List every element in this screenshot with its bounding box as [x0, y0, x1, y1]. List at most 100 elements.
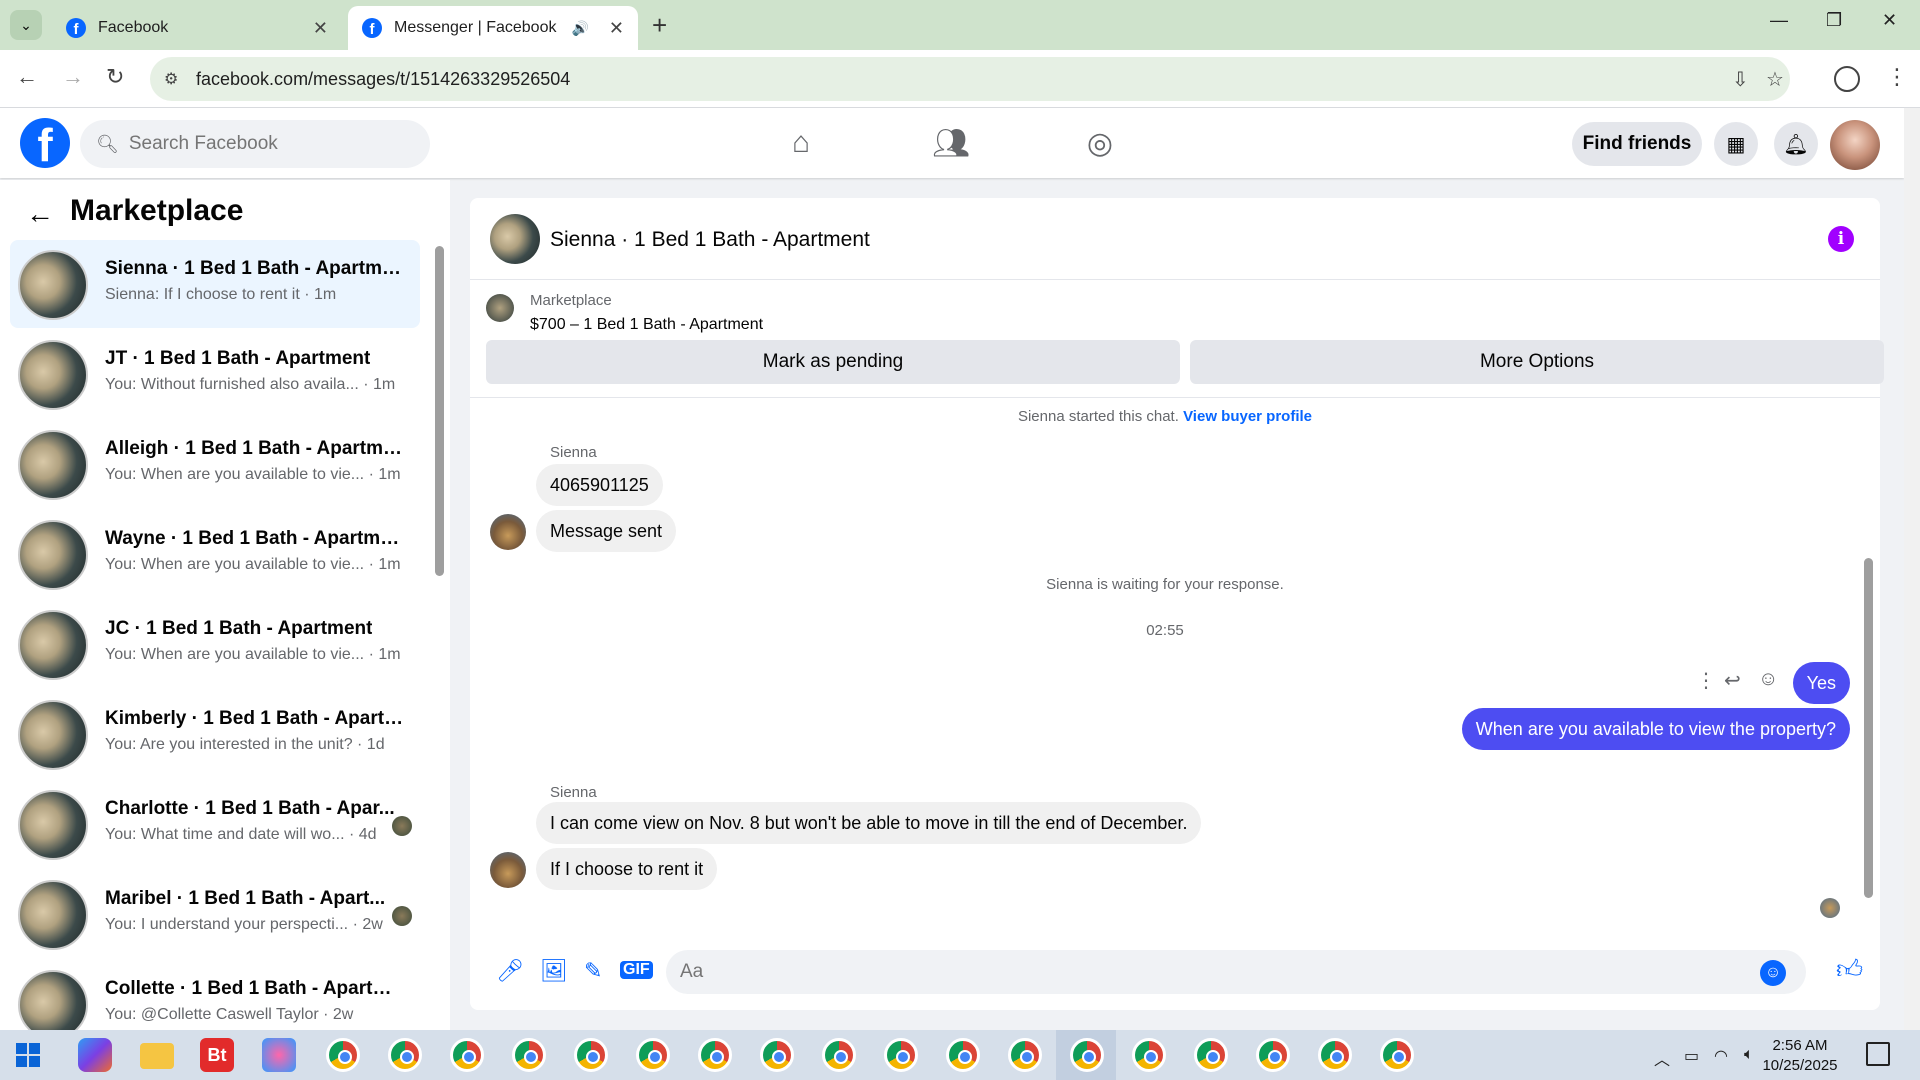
more-actions-icon[interactable]: ⋮	[1696, 668, 1716, 693]
chrome-icon[interactable]	[326, 1038, 360, 1072]
page-scrollbar[interactable]	[1904, 108, 1920, 1030]
incoming-message[interactable]: If I choose to rent it	[536, 848, 718, 890]
scrollbar-thumb[interactable]	[1864, 558, 1873, 898]
url-omnibox[interactable]: ⚙ facebook.com/messages/t/15142633295265…	[150, 57, 1790, 101]
reload-icon[interactable]: ↻	[106, 64, 124, 90]
speaker-icon[interactable]: 🔊	[571, 20, 588, 37]
browser-profile-icon[interactable]	[1834, 66, 1860, 92]
conversation-item[interactable]: Charlotte · 1 Bed 1 Bath - Apar... You: …	[10, 780, 420, 868]
account-avatar[interactable]	[1830, 120, 1880, 170]
back-arrow-icon[interactable]: ←	[26, 198, 54, 230]
chrome-icon[interactable]	[574, 1038, 608, 1072]
gif-icon[interactable]: GIF	[620, 961, 653, 979]
chrome-icon[interactable]	[636, 1038, 670, 1072]
close-icon[interactable]: ✕	[313, 18, 328, 39]
incoming-message[interactable]: I can come view on Nov. 8 but won't be a…	[536, 802, 1202, 844]
windows-start-icon[interactable]	[16, 1043, 40, 1067]
chat-title[interactable]: Sienna · 1 Bed 1 Bath - Apartment	[550, 228, 870, 252]
conversation-item[interactable]: Alleigh · 1 Bed 1 Bath - Apartment You: …	[10, 420, 420, 508]
sticker-icon[interactable]: ✎	[584, 958, 602, 984]
outgoing-message[interactable]: When are you available to view the prope…	[1461, 708, 1850, 750]
incoming-message[interactable]: 4065901125	[536, 464, 663, 506]
minimize-icon[interactable]: —	[1770, 10, 1788, 31]
browser-menu-icon[interactable]: ⋮	[1886, 64, 1908, 90]
sender-name: Sienna	[550, 444, 597, 461]
wifi-icon[interactable]: ◠	[1714, 1046, 1728, 1066]
sender-avatar[interactable]	[490, 514, 526, 550]
tab-facebook[interactable]: f Facebook ✕	[52, 6, 342, 50]
chrome-icon[interactable]	[698, 1038, 732, 1072]
bookmark-star-icon[interactable]: ☆	[1766, 67, 1784, 92]
message-input-box[interactable]: ☺	[666, 950, 1806, 994]
tab-search-button[interactable]: ⌄	[10, 10, 42, 40]
window-close-icon[interactable]: ✕	[1882, 10, 1897, 31]
chrome-icon[interactable]	[1070, 1038, 1104, 1072]
chrome-icon[interactable]	[450, 1038, 484, 1072]
chrome-icon[interactable]	[822, 1038, 856, 1072]
new-tab-button[interactable]: +	[652, 10, 667, 41]
scrollbar-thumb[interactable]	[435, 246, 444, 576]
microphone-icon[interactable]: 🎤︎	[496, 958, 524, 984]
listing-price-title[interactable]: $700 – 1 Bed 1 Bath - Apartment	[530, 316, 763, 334]
view-buyer-profile-link[interactable]: View buyer profile	[1183, 408, 1312, 425]
close-icon[interactable]: ✕	[609, 18, 624, 39]
battery-icon[interactable]: ▭	[1684, 1046, 1699, 1066]
reply-icon[interactable]: ↩	[1724, 668, 1741, 693]
site-settings-icon[interactable]: ⚙	[164, 69, 186, 89]
more-options-button[interactable]: More Options	[1190, 340, 1884, 384]
chrome-icon[interactable]	[1380, 1038, 1414, 1072]
thumbs-up-icon[interactable]: 👍︎	[1836, 954, 1863, 985]
menu-grid-icon[interactable]: ▦	[1714, 122, 1758, 166]
mark-as-pending-button[interactable]: Mark as pending	[486, 340, 1180, 384]
install-app-icon[interactable]: ⇩	[1732, 67, 1749, 92]
restore-icon[interactable]: ❐	[1826, 10, 1842, 31]
incoming-message[interactable]: Message sent	[536, 510, 677, 552]
react-emoji-icon[interactable]: ☺	[1758, 668, 1778, 691]
conversation-item[interactable]: Sienna · 1 Bed 1 Bath - Apartment Sienna…	[10, 240, 420, 328]
back-arrow-icon[interactable]: ←	[16, 64, 38, 90]
url-text[interactable]: facebook.com/messages/t/1514263329526504	[196, 69, 570, 90]
emoji-icon[interactable]: ☺	[1760, 960, 1786, 986]
facebook-logo-icon[interactable]: f	[20, 118, 70, 168]
outgoing-message[interactable]: Yes	[1792, 662, 1850, 704]
chat-scrollbar[interactable]	[1864, 398, 1874, 928]
search-input[interactable]	[128, 133, 409, 155]
chrome-icon[interactable]	[1318, 1038, 1352, 1072]
notification-center-icon[interactable]	[1866, 1042, 1890, 1066]
message-input[interactable]	[680, 961, 1680, 983]
listing-thumbnail[interactable]	[490, 214, 540, 264]
chrome-icon[interactable]	[1132, 1038, 1166, 1072]
chrome-icon[interactable]	[1194, 1038, 1228, 1072]
forward-arrow-icon[interactable]: →	[62, 64, 84, 90]
chrome-icon[interactable]	[946, 1038, 980, 1072]
chrome-icon[interactable]	[1256, 1038, 1290, 1072]
taskbar-clock[interactable]: 2:56 AM 10/25/2025	[1750, 1036, 1850, 1076]
chrome-icon[interactable]	[512, 1038, 546, 1072]
find-friends-button[interactable]: Find friends	[1572, 122, 1702, 166]
facebook-search[interactable]: 🔍︎	[80, 120, 430, 168]
copilot-icon[interactable]	[78, 1038, 112, 1072]
conversation-item[interactable]: JT · 1 Bed 1 Bath - Apartment You: Witho…	[10, 330, 420, 418]
photo-icon[interactable]: 🖼︎	[540, 958, 568, 984]
chrome-icon[interactable]	[388, 1038, 422, 1072]
conversation-item[interactable]: Collette · 1 Bed 1 Bath - Apartme... You…	[10, 960, 420, 1030]
tab-messenger[interactable]: f Messenger | Facebook 🔊 ✕	[348, 6, 638, 50]
file-explorer-icon[interactable]	[140, 1043, 174, 1069]
info-icon[interactable]: i	[1828, 226, 1854, 252]
notifications-bell-icon[interactable]: 🔔︎	[1774, 122, 1818, 166]
sidebar-scrollbar[interactable]	[434, 246, 444, 746]
chrome-icon[interactable]	[1008, 1038, 1042, 1072]
chrome-icon[interactable]	[760, 1038, 794, 1072]
sender-avatar[interactable]	[490, 852, 526, 888]
home-icon[interactable]: ⌂	[771, 122, 831, 164]
conversation-item[interactable]: JC · 1 Bed 1 Bath - Apartment You: When …	[10, 600, 420, 688]
conversation-item[interactable]: Maribel · 1 Bed 1 Bath - Apart... You: I…	[10, 870, 420, 958]
tray-chevron-up-icon[interactable]: ︿	[1654, 1046, 1670, 1070]
paint-icon[interactable]	[262, 1038, 296, 1072]
groups-icon[interactable]: ◎	[1070, 122, 1130, 164]
friends-icon[interactable]: 👥︎	[921, 122, 981, 164]
conversation-item[interactable]: Wayne · 1 Bed 1 Bath - Apartment You: Wh…	[10, 510, 420, 598]
bittorrent-icon[interactable]: Bt	[200, 1038, 234, 1072]
conversation-item[interactable]: Kimberly · 1 Bed 1 Bath - Apartm... You:…	[10, 690, 420, 778]
chrome-icon[interactable]	[884, 1038, 918, 1072]
